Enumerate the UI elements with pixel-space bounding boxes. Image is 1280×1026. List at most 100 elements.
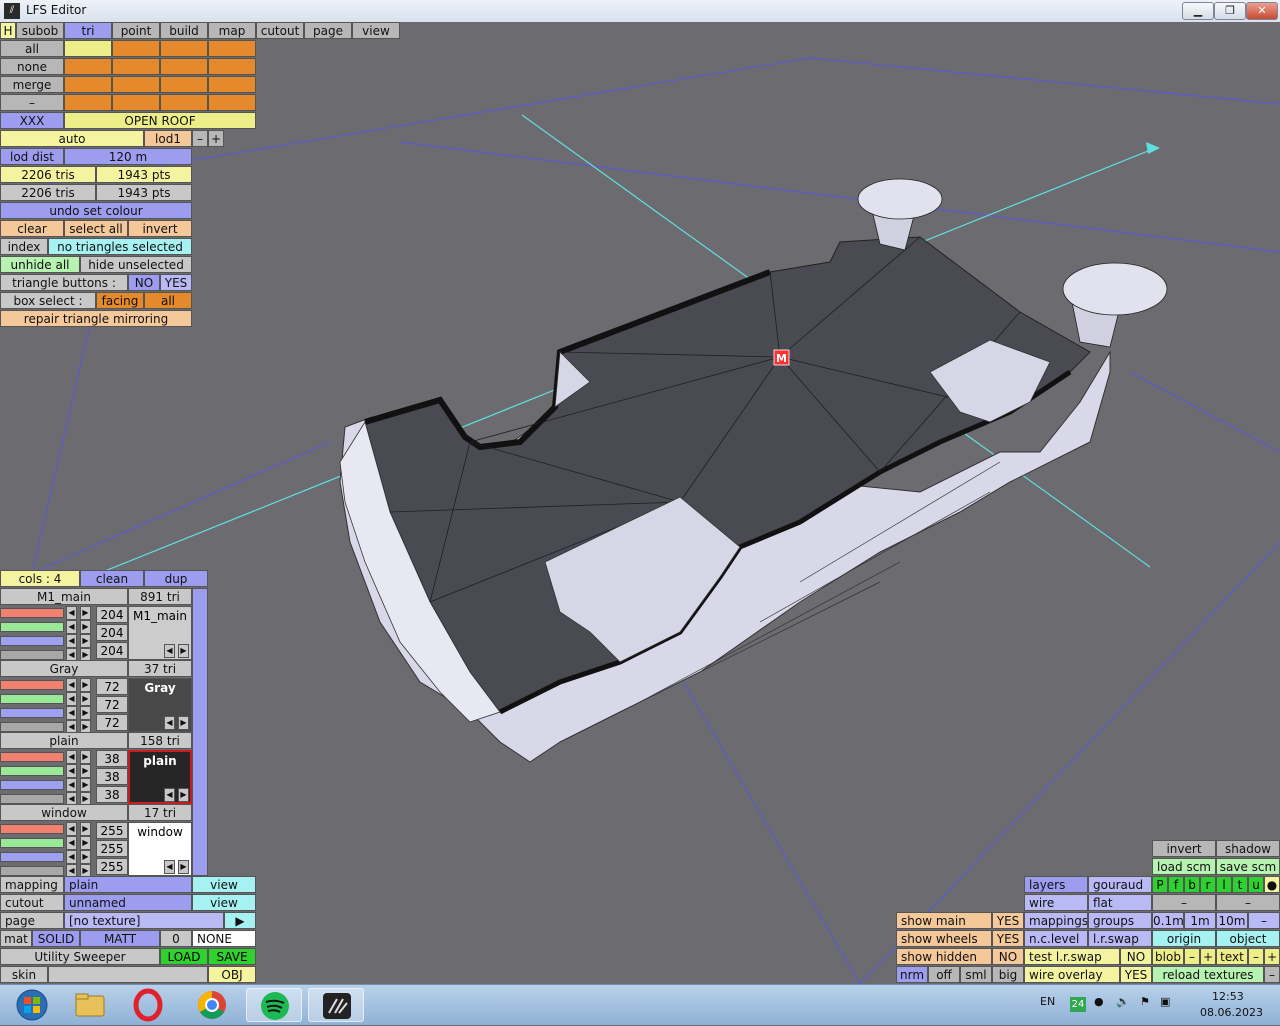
render-flag-4[interactable]: l	[1216, 876, 1232, 893]
maximize-button[interactable]: ❐	[1214, 2, 1246, 20]
colour-slider[interactable]	[0, 608, 64, 618]
sel-cell[interactable]	[64, 94, 112, 111]
file-explorer-icon[interactable]	[62, 988, 118, 1022]
load-button[interactable]: LOAD	[160, 948, 208, 965]
tab-h[interactable]: H	[0, 22, 16, 39]
mat-solid[interactable]: SOLID	[32, 930, 80, 947]
undo-button[interactable]: undo set colour	[0, 202, 192, 219]
increase-arrow-icon[interactable]: ▶	[80, 850, 91, 864]
decrease-arrow-icon[interactable]: ◀	[66, 692, 77, 706]
language-indicator[interactable]: EN	[1040, 995, 1055, 1008]
box-select-all[interactable]: all	[144, 292, 192, 309]
colour-value-b[interactable]: 38	[96, 786, 128, 803]
increase-arrow-icon[interactable]: ▶	[80, 750, 91, 764]
colour-value-g[interactable]: 72	[96, 696, 128, 713]
decrease-arrow-icon[interactable]: ◀	[66, 706, 77, 720]
colour-value-r[interactable]: 72	[96, 678, 128, 695]
spotify-tray-icon[interactable]: ●	[1094, 995, 1104, 1008]
tab-map[interactable]: map	[208, 22, 256, 39]
shadow-button[interactable]: shadow	[1216, 840, 1280, 857]
flag-icon[interactable]: ⚑	[1140, 995, 1150, 1008]
show-hidden-toggle[interactable]: NO	[992, 948, 1024, 965]
origin-button[interactable]: origin	[1152, 930, 1216, 947]
nc-level-button[interactable]: n.c.level	[1024, 930, 1088, 947]
lod-plus-button[interactable]: +	[208, 130, 224, 147]
skin-value[interactable]	[48, 966, 208, 983]
preview-prev-icon[interactable]: ◀	[164, 788, 175, 802]
sel-cell[interactable]	[112, 58, 160, 75]
colour-slider[interactable]	[0, 636, 64, 646]
decrease-arrow-icon[interactable]: ◀	[66, 678, 77, 692]
opera-icon[interactable]	[120, 988, 176, 1022]
colour-slider[interactable]	[0, 722, 64, 732]
scale-1m-button[interactable]: 1m	[1184, 912, 1216, 929]
colour-value-r[interactable]: 204	[96, 606, 128, 623]
spotify-icon[interactable]	[246, 988, 302, 1022]
select-none-row[interactable]: none	[0, 58, 64, 75]
blob-plus-button[interactable]: +	[1200, 948, 1216, 965]
material-name[interactable]: plain	[0, 732, 128, 749]
nrm-button[interactable]: nrm	[896, 966, 928, 983]
sel-cell[interactable]	[112, 76, 160, 93]
colour-value-b[interactable]: 72	[96, 714, 128, 731]
decrease-arrow-icon[interactable]: ◀	[66, 634, 77, 648]
colour-value-r[interactable]: 255	[96, 822, 128, 839]
show-wheels-toggle[interactable]: YES	[992, 930, 1024, 947]
lr-swap-button[interactable]: l.r.swap	[1088, 930, 1152, 947]
reload-dash-button[interactable]: –	[1264, 966, 1280, 983]
decrease-arrow-icon[interactable]: ◀	[66, 620, 77, 634]
cutout-value[interactable]: unnamed	[64, 894, 192, 911]
decrease-arrow-icon[interactable]: ◀	[66, 764, 77, 778]
sel-cell[interactable]	[64, 76, 112, 93]
clear-button[interactable]: clear	[0, 220, 64, 237]
lod-minus-button[interactable]: –	[192, 130, 208, 147]
hide-unselected-button[interactable]: hide unselected	[80, 256, 192, 273]
mat-none[interactable]: NONE	[192, 930, 256, 947]
increase-arrow-icon[interactable]: ▶	[80, 678, 91, 692]
mapping-view-button[interactable]: view	[192, 876, 256, 893]
increase-arrow-icon[interactable]: ▶	[80, 764, 91, 778]
sel-cell[interactable]	[208, 40, 256, 57]
render-flag-3[interactable]: r	[1200, 876, 1216, 893]
network-icon[interactable]: ▣	[1160, 995, 1170, 1008]
sel-cell[interactable]	[160, 94, 208, 111]
notification-badge[interactable]: 24	[1070, 997, 1086, 1012]
increase-arrow-icon[interactable]: ▶	[80, 822, 91, 836]
select-all-row[interactable]: all	[0, 40, 64, 57]
colour-slider[interactable]	[0, 752, 64, 762]
blob-minus-button[interactable]: –	[1184, 948, 1200, 965]
scale-dash-button[interactable]: –	[1248, 912, 1280, 929]
minimize-button[interactable]: ▁	[1182, 2, 1214, 20]
decrease-arrow-icon[interactable]: ◀	[66, 850, 77, 864]
invert-view-button[interactable]: invert	[1152, 840, 1216, 857]
cutout-view-button[interactable]: view	[192, 894, 256, 911]
repair-mirroring-button[interactable]: repair triangle mirroring	[0, 310, 192, 327]
material-name[interactable]: M1_main	[0, 588, 128, 605]
colour-value-r[interactable]: 38	[96, 750, 128, 767]
lod-dist-value[interactable]: 120 m	[64, 148, 192, 165]
tab-view[interactable]: view	[352, 22, 400, 39]
colour-value-g[interactable]: 38	[96, 768, 128, 785]
increase-arrow-icon[interactable]: ▶	[80, 706, 91, 720]
layers-button[interactable]: layers	[1024, 876, 1088, 893]
object-name[interactable]: OPEN ROOF	[64, 112, 256, 129]
save-button[interactable]: SAVE	[208, 948, 256, 965]
merge-row[interactable]: merge	[0, 76, 64, 93]
sel-cell[interactable]	[208, 58, 256, 75]
lfs-icon[interactable]	[308, 988, 364, 1022]
text-minus-button[interactable]: –	[1248, 948, 1264, 965]
colour-slider[interactable]	[0, 838, 64, 848]
clean-button[interactable]: clean	[80, 570, 144, 587]
colour-slider[interactable]	[0, 824, 64, 834]
preview-prev-icon[interactable]: ◀	[164, 860, 175, 874]
windows-start-icon[interactable]	[4, 988, 60, 1022]
tab-tri[interactable]: tri	[64, 22, 112, 39]
off-button[interactable]: off	[928, 966, 960, 983]
wire-button[interactable]: wire	[1024, 894, 1088, 911]
sel-cell[interactable]	[160, 58, 208, 75]
test-lr-swap-toggle[interactable]: NO	[1120, 948, 1152, 965]
colour-slider[interactable]	[0, 794, 64, 804]
material-name[interactable]: window	[0, 804, 128, 821]
load-scm-button[interactable]: load scm	[1152, 858, 1216, 875]
increase-arrow-icon[interactable]: ▶	[80, 692, 91, 706]
